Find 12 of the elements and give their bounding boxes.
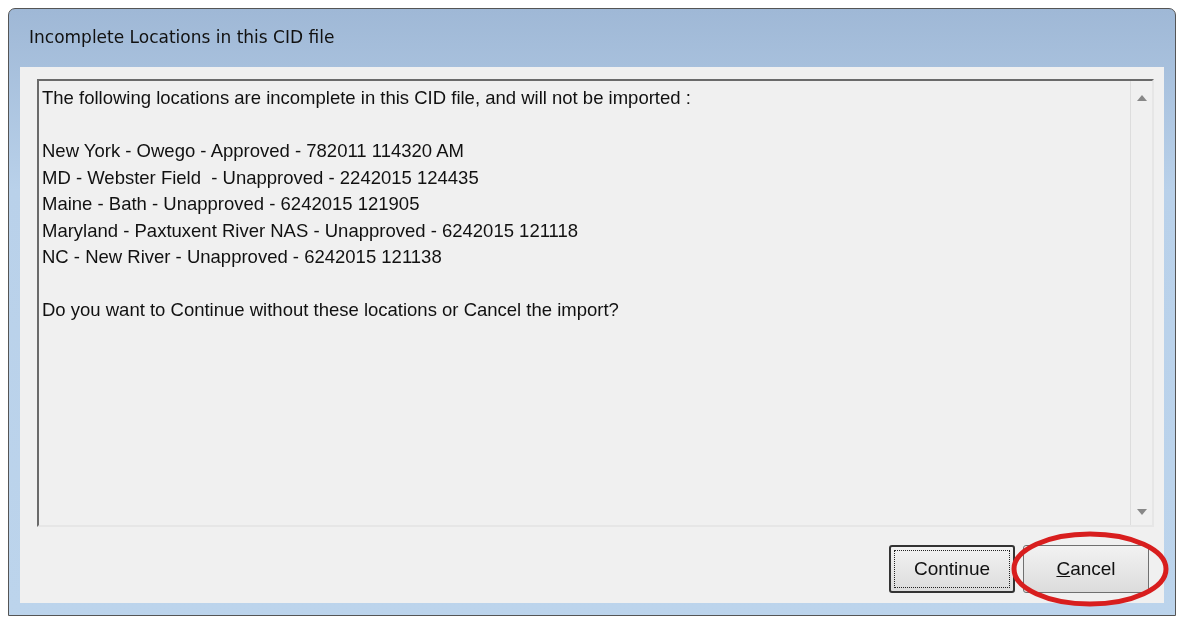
- dialog-button[interactable]: Continue: [889, 545, 1015, 593]
- message-line: Do you want to Continue without these locations or Cancel the import?: [42, 298, 620, 322]
- message-line: Maryland - Paxtuxent River NAS - Unapproved - 6242015 121118: [42, 218, 580, 243]
- scroll-up-icon[interactable]: [1136, 95, 1147, 101]
- window-title: Incomplete Locations in this CID file: [29, 26, 335, 50]
- message-line: Maine - Bath - Unapproved - 6242015 121905: [42, 192, 421, 216]
- dialog-button[interactable]: Cancel: [1023, 545, 1149, 593]
- message-line: New York - Owego - Approved - 782011 114320 AM: [42, 139, 465, 163]
- message-line: NC - New River - Unapproved - 6242015 121138: [42, 245, 443, 269]
- scroll-down-icon[interactable]: [1136, 509, 1147, 515]
- message-line: The following locations are incomplete in this CID file, and will not be imported :: [42, 86, 692, 110]
- message-line: MD - Webster Field - Unapproved - 2242015 124435: [42, 165, 480, 190]
